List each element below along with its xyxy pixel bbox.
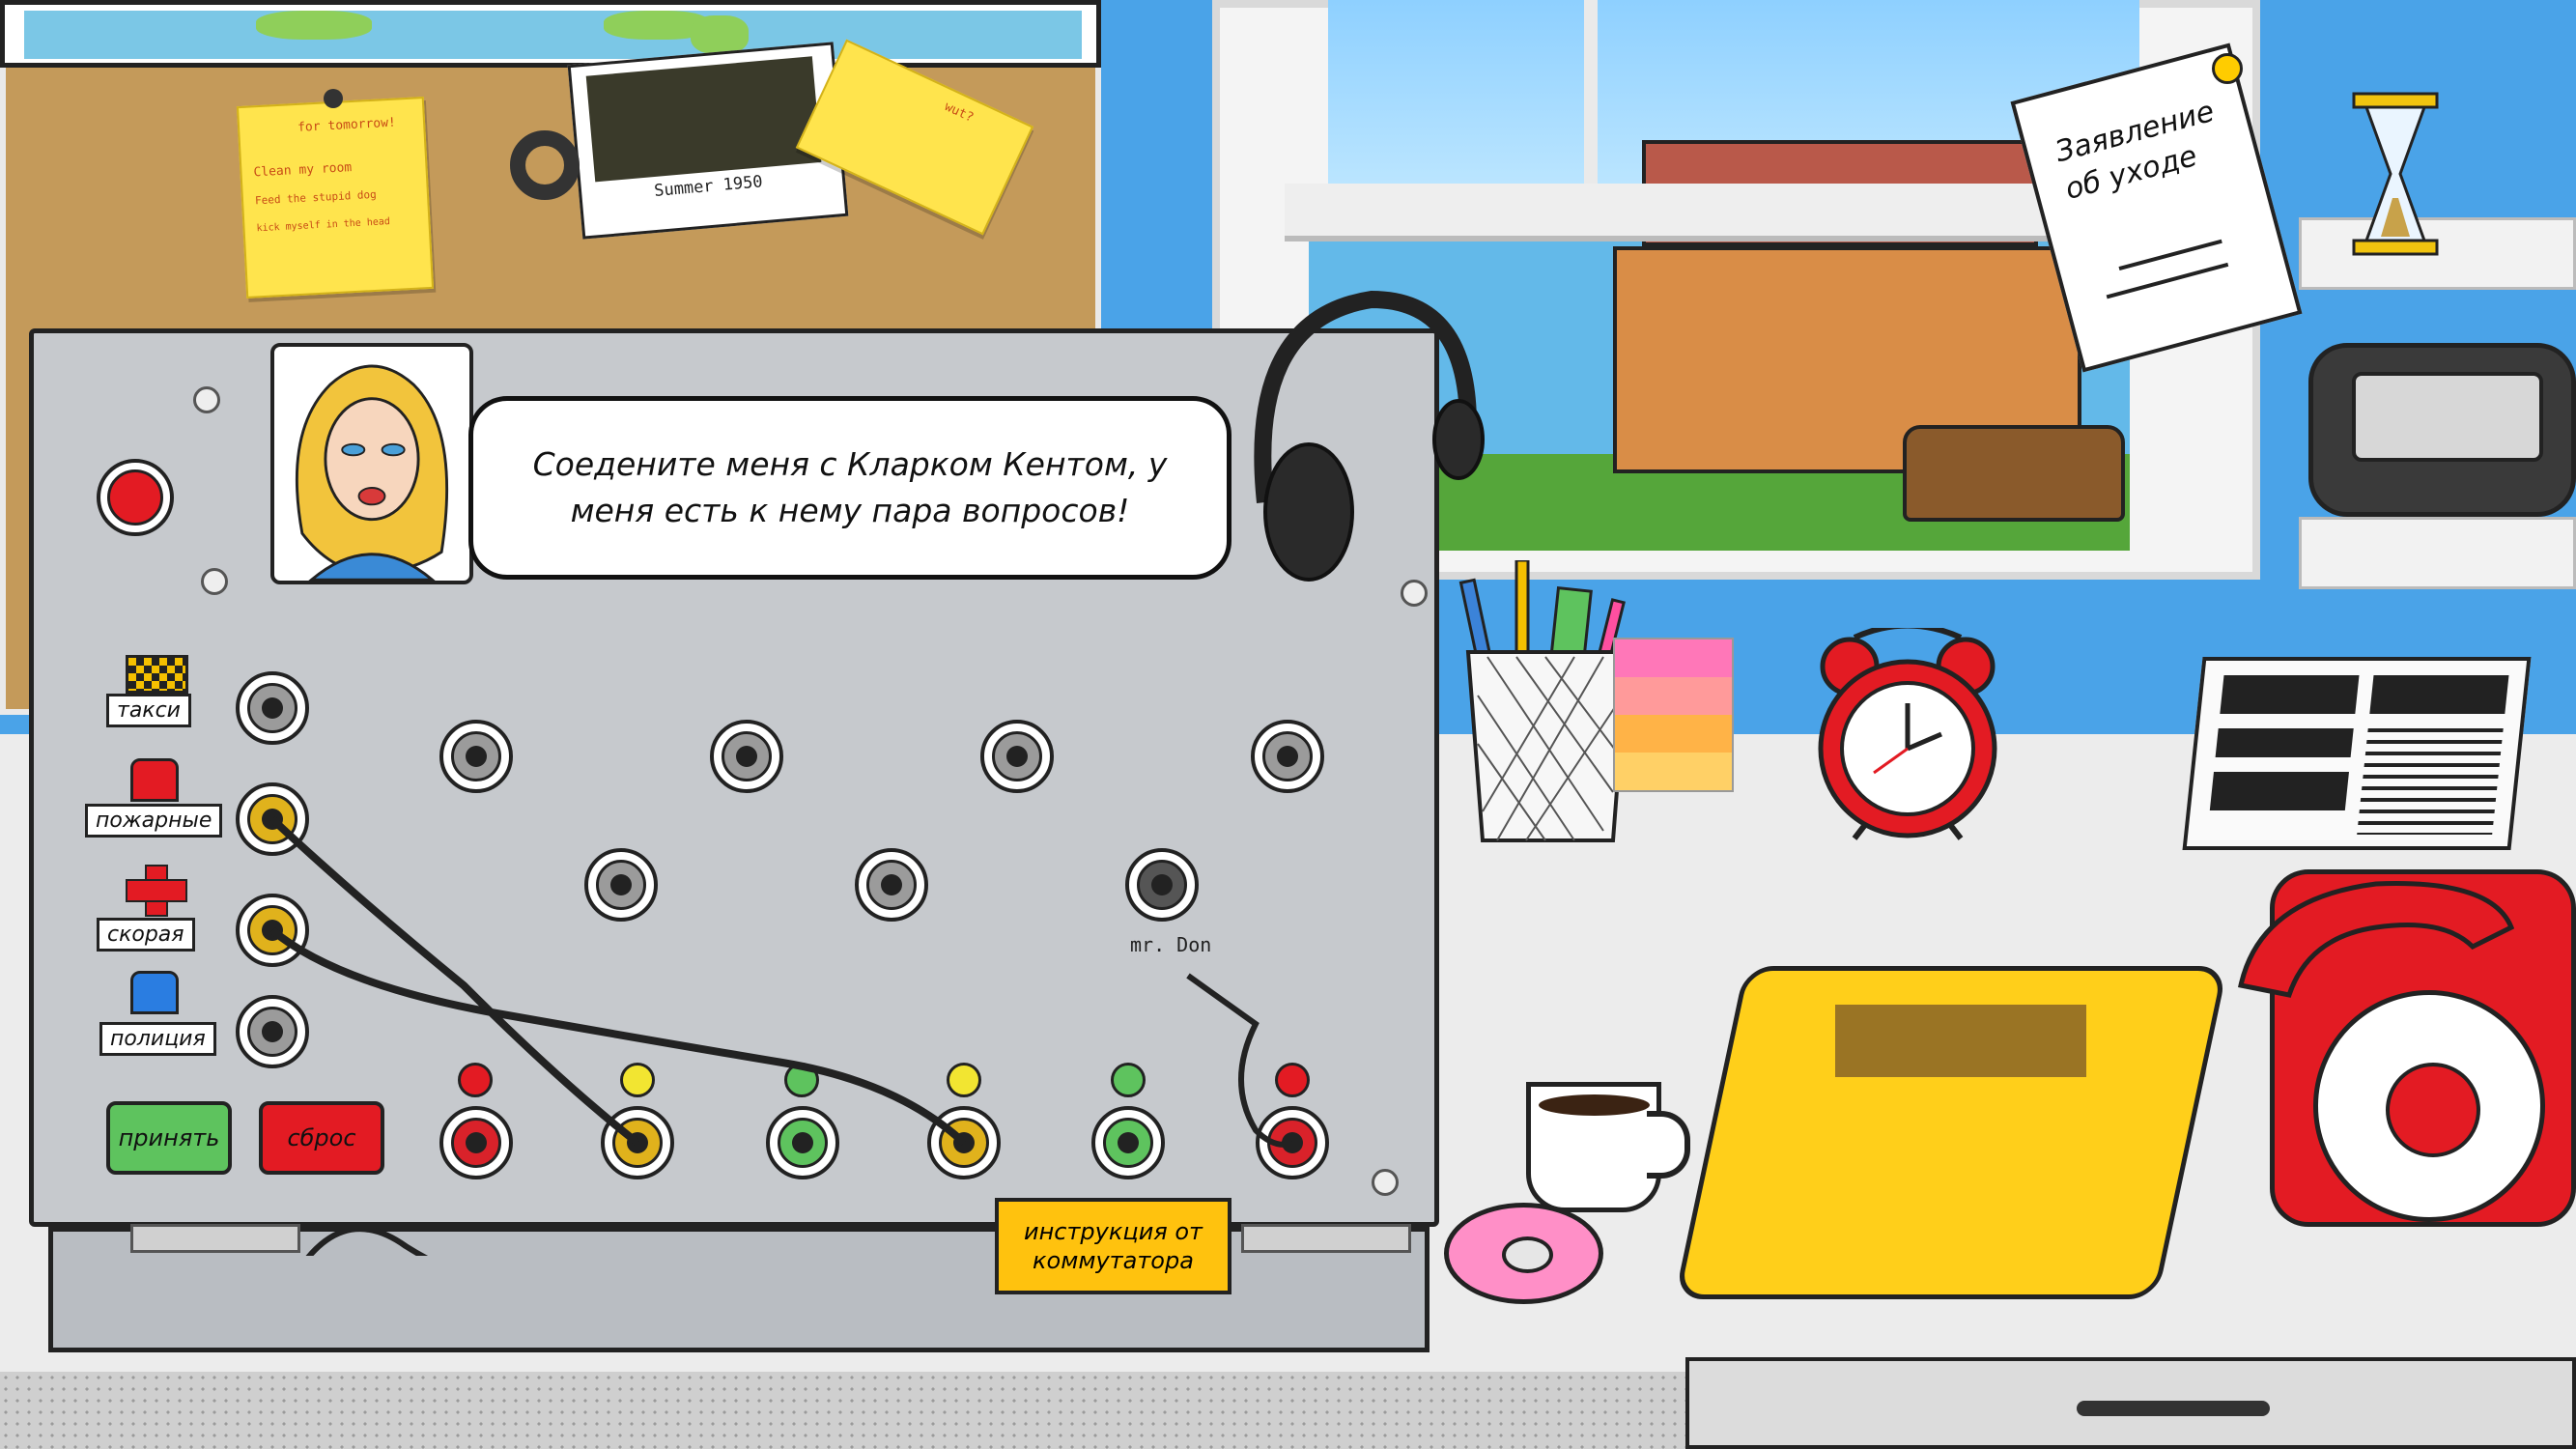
switchboard-manual-button[interactable]: инструкция от коммутатора (995, 1198, 1231, 1294)
caller-avatar (270, 343, 473, 584)
jack-out-1[interactable] (439, 1106, 513, 1179)
jack-out-6[interactable] (1256, 1106, 1329, 1179)
lamp-5 (1111, 1063, 1146, 1097)
todo-line: kick myself in the head (256, 216, 391, 235)
alarm-clock-icon[interactable] (1797, 628, 2019, 840)
jack-mr-don[interactable] (1125, 848, 1199, 922)
jack-out-4[interactable] (927, 1106, 1001, 1179)
todo-line: Clean my room (253, 160, 353, 181)
fire-siren-icon (130, 758, 179, 802)
shelf (2299, 517, 2576, 589)
drawer-handle[interactable] (2077, 1401, 2270, 1416)
book-label (1835, 1005, 2086, 1077)
ambulance-cross-icon (126, 865, 187, 917)
newspaper[interactable] (2182, 657, 2532, 850)
service-label-taxi: такси (106, 694, 191, 727)
todo-line: Feed the stupid dog (254, 187, 378, 208)
lamp-1 (458, 1063, 493, 1097)
photo-caption: Summer 1950 (653, 172, 764, 202)
jack-out-2[interactable] (601, 1106, 674, 1179)
window-mullion (1584, 0, 1598, 184)
lamp-6 (1275, 1063, 1310, 1097)
resignation-text: Заявление об уходе (2052, 94, 2219, 207)
phone-handset-icon[interactable] (2212, 869, 2521, 1043)
car (1903, 425, 2125, 522)
manual-label: инструкция от коммутатора (1023, 1218, 1203, 1274)
pushpin-icon (324, 89, 343, 108)
jack-line-2[interactable] (710, 720, 783, 793)
police-siren-icon (130, 971, 179, 1014)
jack-line-1[interactable] (439, 720, 513, 793)
jack-police[interactable] (236, 995, 309, 1068)
jack-label-mr-don: mr. Don (1130, 933, 1212, 956)
tape-roll-icon (510, 130, 580, 200)
service-label-ambulance: скорая (97, 918, 195, 952)
alarm-lamp (97, 459, 174, 536)
todo-sticky-note: for tomorrow! Clean my room Feed the stu… (236, 97, 435, 298)
pushpin-icon (2212, 53, 2243, 84)
hourglass-icon[interactable] (2352, 92, 2439, 256)
jack-line-5[interactable] (584, 848, 658, 922)
pencil-cup (1458, 560, 1630, 842)
jack-ambulance[interactable] (236, 894, 309, 967)
jack-taxi[interactable] (236, 671, 309, 745)
donut-icon (1444, 1203, 1603, 1304)
jack-out-5[interactable] (1091, 1106, 1165, 1179)
screw-icon (1372, 1169, 1399, 1196)
speech-bubble: Соедените меня с Кларком Кентом, у меня … (468, 396, 1231, 580)
screw-icon (201, 568, 228, 595)
jack-out-3[interactable] (766, 1106, 839, 1179)
taxi-icon (126, 655, 188, 694)
service-label-fire: пожарные (85, 804, 223, 838)
radio[interactable] (2308, 343, 2576, 517)
todo-line: for tomorrow! (297, 115, 397, 135)
service-label-police: полиция (99, 1022, 216, 1056)
screw-icon (1401, 580, 1428, 607)
lamp-2 (620, 1063, 655, 1097)
jack-line-4[interactable] (1251, 720, 1324, 793)
headset-icon[interactable] (1236, 280, 1487, 599)
world-map (0, 0, 1101, 68)
lamp-4 (947, 1063, 981, 1097)
jack-fire[interactable] (236, 782, 309, 856)
screw-icon (193, 386, 220, 413)
jack-line-6[interactable] (855, 848, 928, 922)
reset-button[interactable]: сброс (259, 1101, 384, 1175)
sticky-note-stack (1613, 638, 1734, 792)
lamp-3 (784, 1063, 819, 1097)
jack-line-3[interactable] (980, 720, 1054, 793)
caller-speech: Соедените меня с Кларком Кентом, у меня … (532, 445, 1168, 529)
accept-button[interactable]: принять (106, 1101, 232, 1175)
coffee-cup (1526, 1082, 1661, 1212)
wut-text: wut? (942, 99, 977, 126)
